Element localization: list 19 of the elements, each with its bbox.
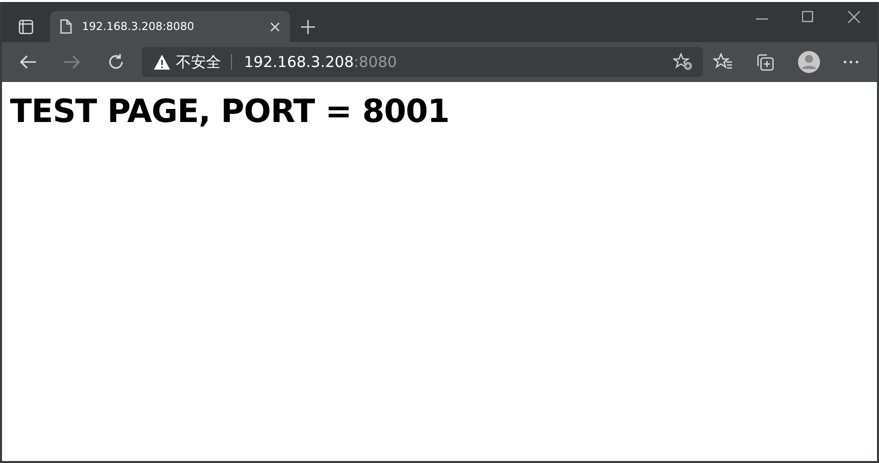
tab-actions-icon[interactable] — [18, 18, 34, 34]
url-text: 192.168.3.208:8080 — [244, 53, 397, 71]
close-icon[interactable] — [270, 22, 280, 32]
security-label[interactable]: 不安全 — [176, 54, 221, 70]
back-icon[interactable] — [19, 54, 37, 70]
maximize-icon[interactable] — [802, 11, 814, 23]
address-bar[interactable]: 不安全 192.168.3.208:8080 — [142, 47, 703, 77]
reload-icon[interactable] — [107, 53, 125, 71]
page-heading: TEST PAGE, PORT = 8001 — [10, 92, 450, 130]
warning-icon — [154, 54, 170, 70]
add-favorite-icon[interactable] — [673, 53, 693, 71]
profile-icon[interactable] — [797, 50, 821, 74]
more-icon[interactable] — [843, 60, 859, 64]
close-icon[interactable] — [848, 11, 860, 23]
collections-icon[interactable] — [755, 53, 775, 71]
page-icon — [60, 19, 72, 34]
favorites-icon[interactable] — [713, 53, 733, 71]
browser-tab[interactable]: 192.168.3.208:8080 — [50, 11, 290, 42]
new-tab-icon[interactable] — [301, 20, 315, 34]
